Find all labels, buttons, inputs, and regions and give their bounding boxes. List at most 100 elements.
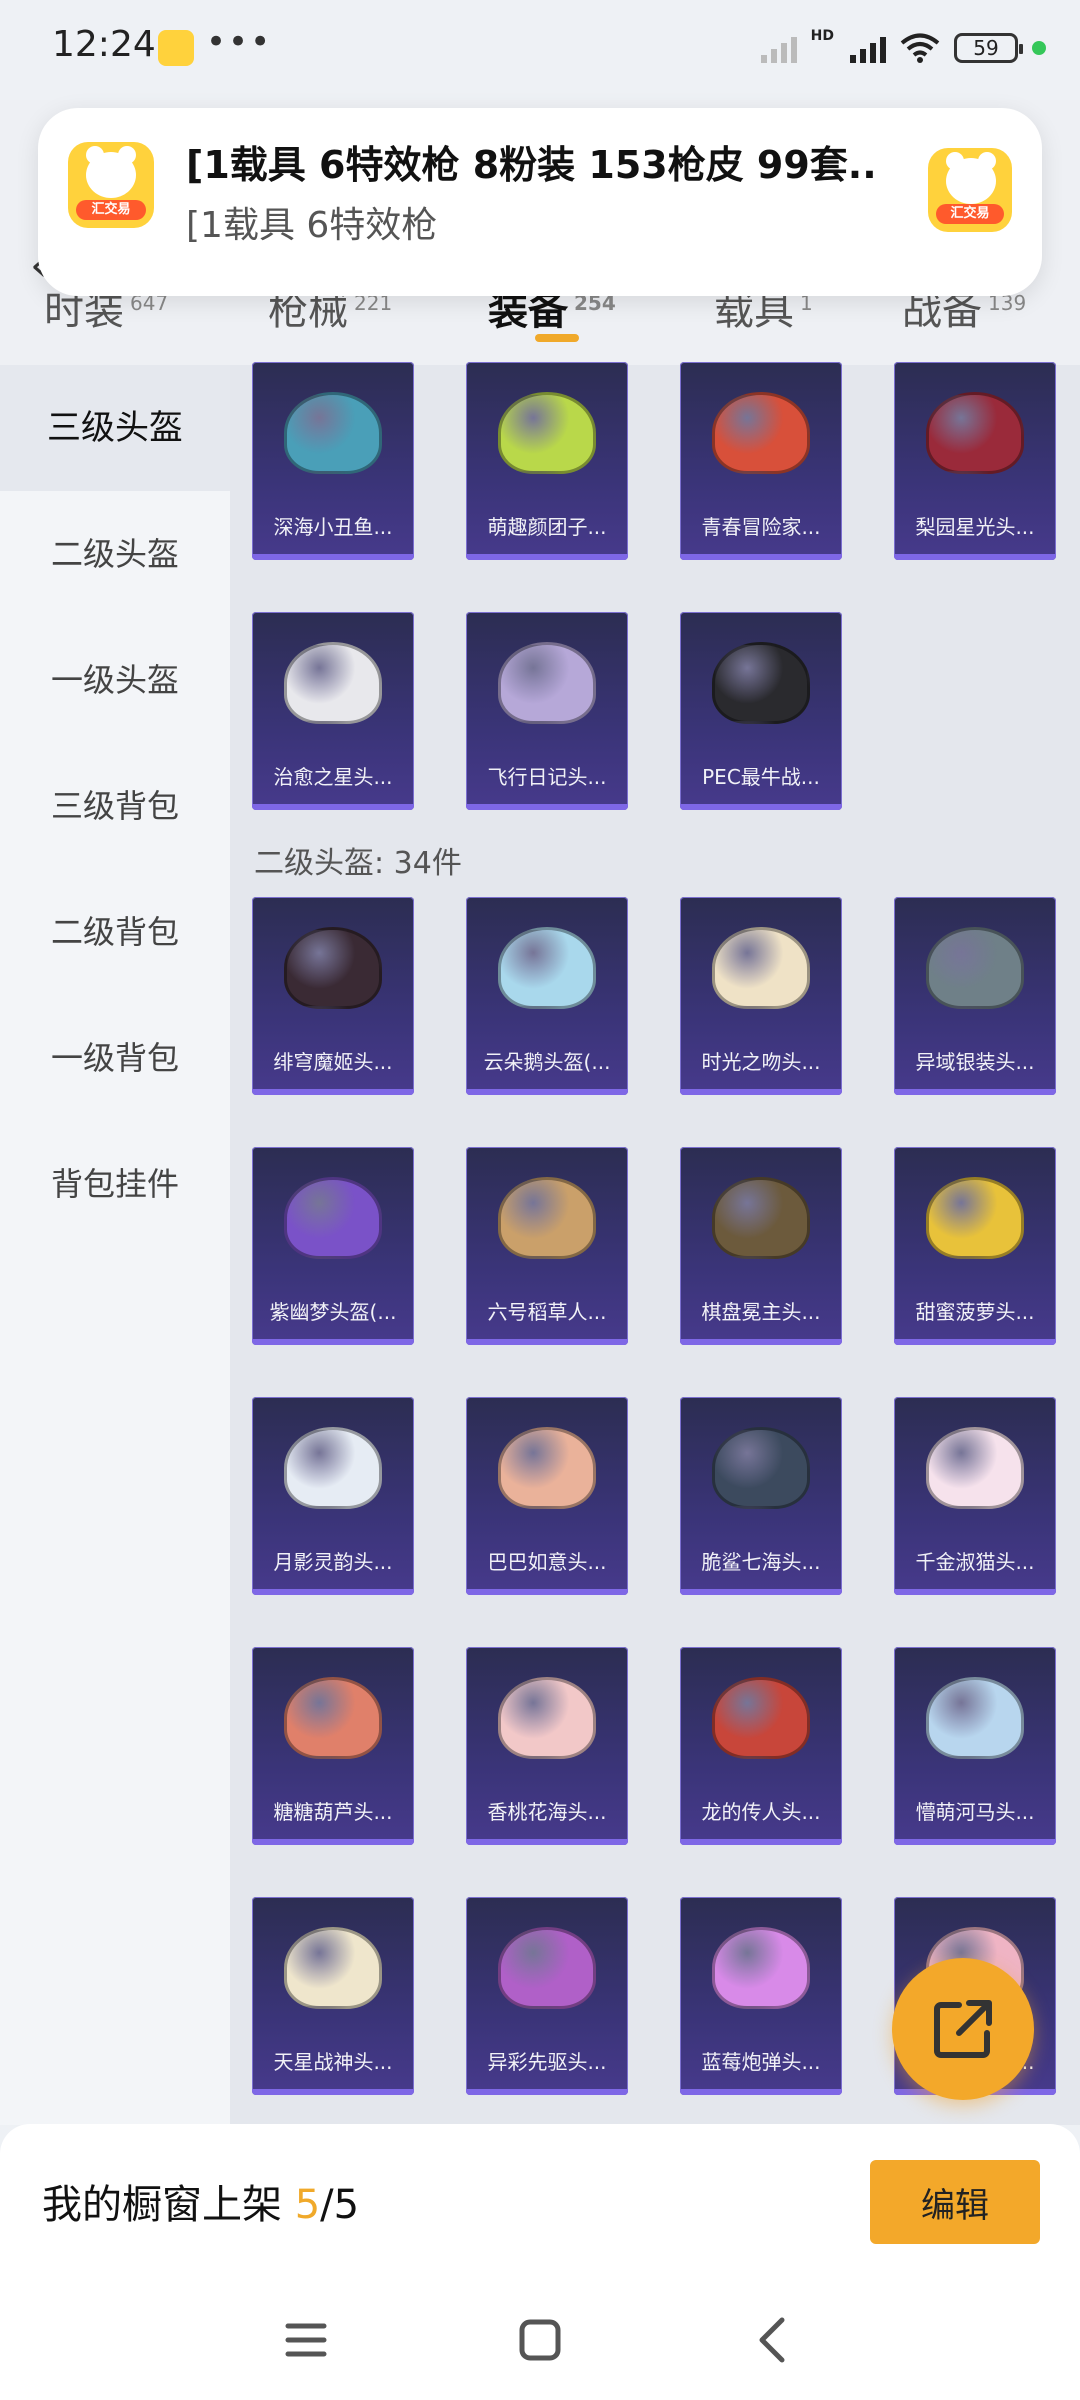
back-icon[interactable] — [744, 2310, 804, 2370]
helmet-thumbnail-icon — [284, 927, 382, 1009]
notification-banner[interactable]: 汇交易 [1载具 6特效枪 8粉装 153枪皮 99套.. [1载具 6特效枪 … — [38, 108, 1042, 296]
item-card[interactable]: 深海小丑鱼... — [252, 362, 414, 560]
helmet-thumbnail-icon — [284, 642, 382, 724]
item-card[interactable]: 千金淑猫头... — [894, 1397, 1056, 1595]
item-card[interactable]: 绯穹魔姬头... — [252, 897, 414, 1095]
item-name: 龙的传人头... — [701, 1800, 821, 1824]
item-name: 异彩先驱头... — [487, 2050, 607, 2074]
item-name: 治愈之星头... — [273, 765, 393, 789]
item-card[interactable]: 萌趣颜团子... — [466, 362, 628, 560]
item-name: 紫幽梦头盔(... — [269, 1300, 397, 1324]
app-logo-text: 汇交易 — [936, 204, 1004, 224]
status-indicators: HD 59 — [760, 28, 1046, 68]
sidebar-item-level1-helmet[interactable]: 一级头盔 — [0, 617, 230, 743]
item-card[interactable]: 云朵鹅头盔(... — [466, 897, 628, 1095]
helmet-thumbnail-icon — [926, 392, 1024, 474]
notification-title: [1载具 6特效枪 8粉装 153枪皮 99套.. — [186, 143, 877, 187]
helmet-thumbnail-icon — [498, 392, 596, 474]
notification-body: [1载具 6特效枪 — [186, 205, 438, 246]
item-name: 梨园星光头... — [915, 515, 1035, 539]
item-card[interactable]: 懵萌河马头... — [894, 1647, 1056, 1845]
shelf-total: /5 — [320, 2182, 360, 2228]
hd-badge: HD — [810, 28, 834, 44]
helmet-thumbnail-icon — [498, 1927, 596, 2009]
item-card[interactable]: 巴巴如意头... — [466, 1397, 628, 1595]
helmet-thumbnail-icon — [926, 1427, 1024, 1509]
item-card[interactable]: 飞行日记头... — [466, 612, 628, 810]
menu-icon[interactable] — [276, 2310, 336, 2370]
item-card[interactable]: 龙的传人头... — [680, 1647, 842, 1845]
sidebar-item-backpack-pendant[interactable]: 背包挂件 — [0, 1121, 230, 1247]
item-card[interactable]: 月影灵韵头... — [252, 1397, 414, 1595]
home-icon[interactable] — [510, 2310, 570, 2370]
item-name: 千金淑猫头... — [915, 1550, 1035, 1574]
item-card[interactable]: PEC最牛战... — [680, 612, 842, 810]
helmet-thumbnail-icon — [712, 1677, 810, 1759]
helmet-thumbnail-icon — [284, 1927, 382, 2009]
helmet-thumbnail-icon — [498, 642, 596, 724]
helmet-thumbnail-icon — [498, 927, 596, 1009]
item-name: PEC最牛战... — [702, 765, 820, 789]
item-card[interactable]: 梨园星光头... — [894, 362, 1056, 560]
item-card[interactable]: 时光之吻头... — [680, 897, 842, 1095]
active-tab-indicator — [535, 334, 579, 342]
item-name: 巴巴如意头... — [487, 1550, 607, 1574]
helmet-thumbnail-icon — [926, 1677, 1024, 1759]
bear-icon — [946, 152, 996, 204]
item-grid: 深海小丑鱼... 萌趣颜团子... 青春冒险家... 梨园星光头... 治愈之星头...… — [230, 362, 1080, 2125]
item-card[interactable]: 青春冒险家... — [680, 362, 842, 560]
item-card[interactable]: 甜蜜菠萝头... — [894, 1147, 1056, 1345]
wifi-icon — [900, 33, 940, 63]
item-name: 六号稻草人... — [487, 1300, 607, 1324]
sidebar-item-level1-backpack[interactable]: 一级背包 — [0, 995, 230, 1121]
section-title: 二级头盔: 34件 — [254, 846, 462, 881]
item-card[interactable]: 蓝莓炮弹头... — [680, 1897, 842, 2095]
item-name: 异域银装头... — [915, 1050, 1035, 1074]
helmet-thumbnail-icon — [284, 392, 382, 474]
helmet-thumbnail-icon — [284, 1177, 382, 1259]
sidebar-item-level2-helmet[interactable]: 二级头盔 — [0, 491, 230, 617]
system-navigation-bar — [0, 2274, 1080, 2400]
edit-button[interactable]: 编辑 — [870, 2160, 1040, 2244]
item-card[interactable]: 香桃花海头... — [466, 1647, 628, 1845]
external-link-icon — [934, 2000, 992, 2058]
item-card[interactable]: 六号稻草人... — [466, 1147, 628, 1345]
shelf-bar: 我的橱窗上架 5/5 编辑 — [0, 2124, 1080, 2274]
helmet-thumbnail-icon — [712, 1177, 810, 1259]
more-notifications-icon: ••• — [206, 22, 273, 62]
sidebar-item-level2-backpack[interactable]: 二级背包 — [0, 869, 230, 995]
status-time: 12:24 — [52, 24, 156, 65]
share-fab[interactable] — [892, 1958, 1034, 2100]
helmet-thumbnail-icon — [498, 1677, 596, 1759]
item-name: 香桃花海头... — [487, 1800, 607, 1824]
item-card[interactable]: 异域银装头... — [894, 897, 1056, 1095]
sidebar-item-level3-backpack[interactable]: 三级背包 — [0, 743, 230, 869]
bear-icon — [86, 146, 136, 198]
helmet-thumbnail-icon — [926, 927, 1024, 1009]
shelf-current-count: 5 — [294, 2182, 321, 2228]
item-card[interactable]: 异彩先驱头... — [466, 1897, 628, 2095]
battery-icon: 59 — [954, 33, 1023, 63]
screen: 12:24 ••• HD 59 ‹ 品质 时装647 枪械221 装备254 载… — [0, 0, 1080, 2400]
item-card[interactable]: 糖糖葫芦头... — [252, 1647, 414, 1845]
item-card[interactable]: 天星战神头... — [252, 1897, 414, 2095]
helmet-thumbnail-icon — [498, 1427, 596, 1509]
item-name: 懵萌河马头... — [915, 1800, 1035, 1824]
item-card[interactable]: 紫幽梦头盔(... — [252, 1147, 414, 1345]
item-name: 糖糖葫芦头... — [273, 1800, 393, 1824]
helmet-thumbnail-icon — [712, 642, 810, 724]
sidebar-item-level3-helmet[interactable]: 三级头盔 — [0, 365, 230, 491]
item-card[interactable]: 脆鲨七海头... — [680, 1397, 842, 1595]
item-name: 飞行日记头... — [487, 765, 607, 789]
helmet-thumbnail-icon — [284, 1677, 382, 1759]
status-bar: 12:24 ••• HD 59 — [0, 0, 1080, 100]
item-name: 萌趣颜团子... — [487, 515, 607, 539]
item-name: 时光之吻头... — [701, 1050, 821, 1074]
item-card[interactable]: 治愈之星头... — [252, 612, 414, 810]
signal-icon-sim2 — [760, 33, 797, 63]
app-logo-text: 汇交易 — [76, 200, 146, 220]
item-name: 绯穹魔姬头... — [273, 1050, 393, 1074]
item-name: 蓝莓炮弹头... — [701, 2050, 821, 2074]
item-card[interactable]: 棋盘冕主头... — [680, 1147, 842, 1345]
shelf-status: 我的橱窗上架 5/5 — [42, 2172, 359, 2230]
